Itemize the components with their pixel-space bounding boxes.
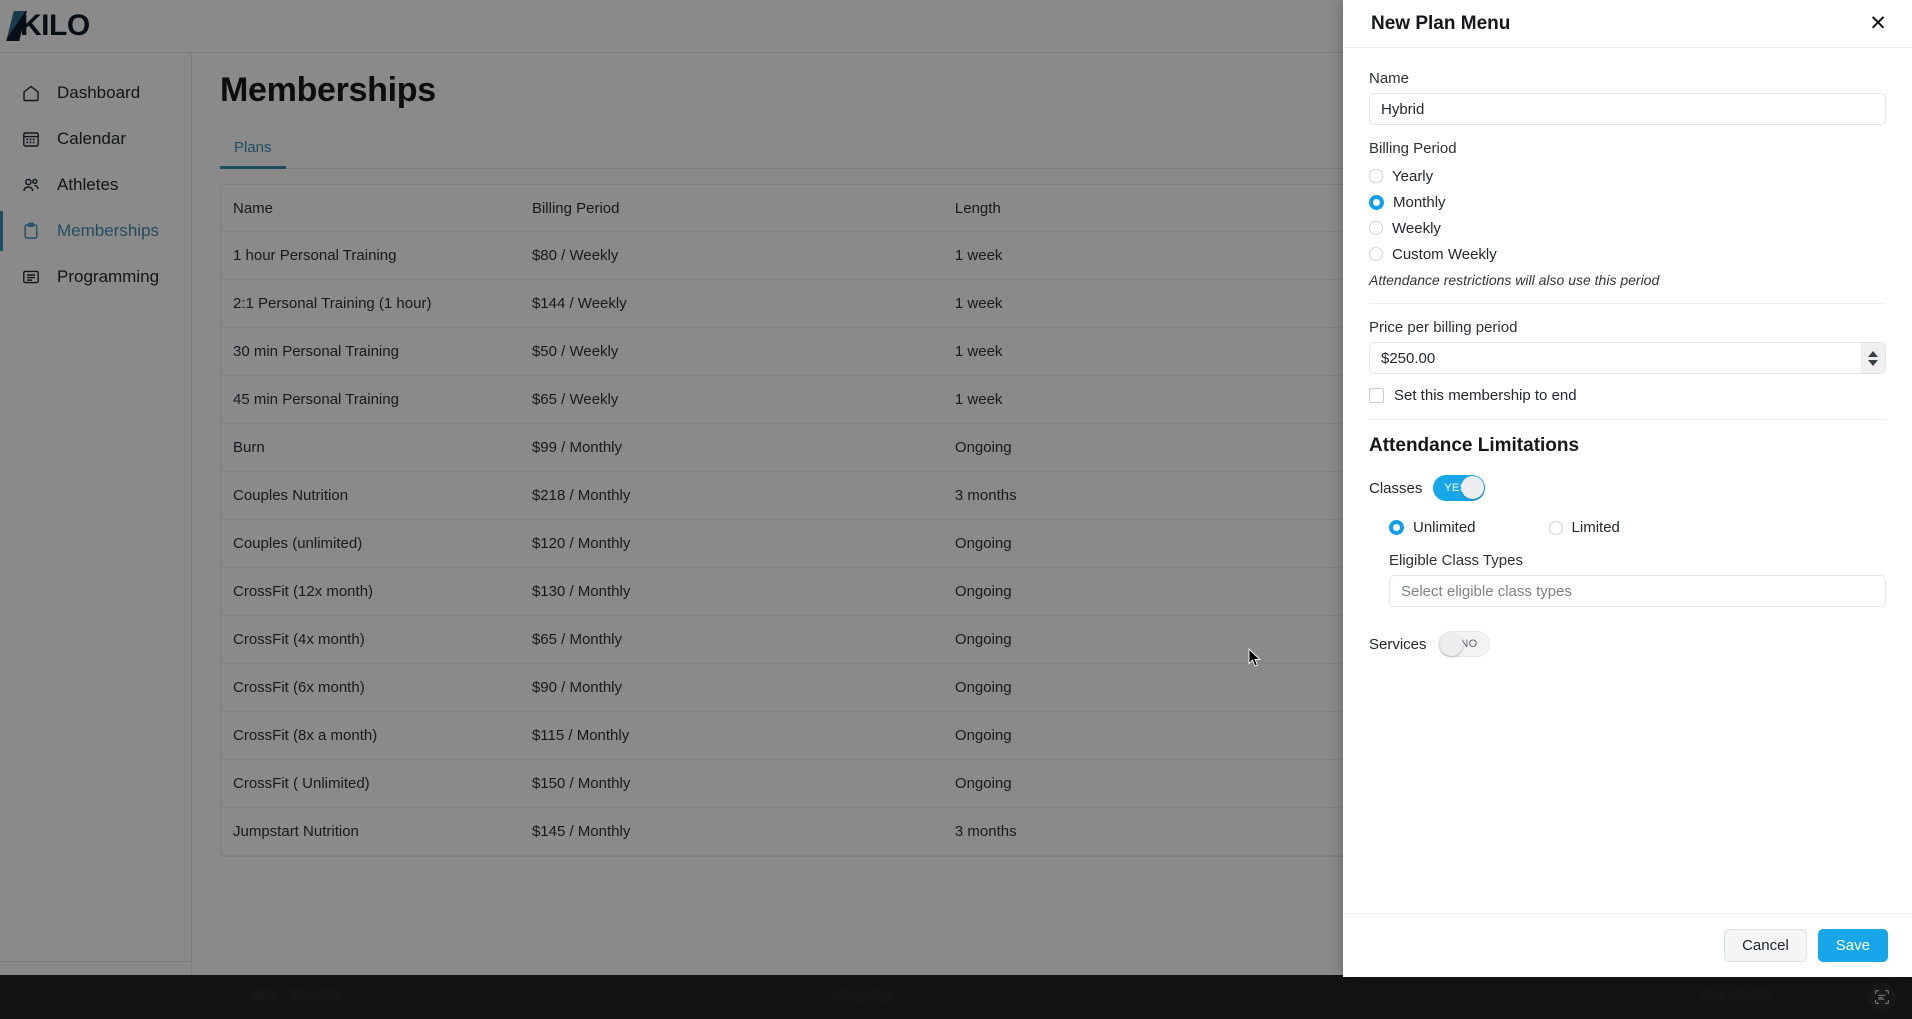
drawer-footer: Cancel Save bbox=[1343, 913, 1912, 977]
screen: KILO Dashboard Calendar Athletes Members… bbox=[0, 0, 1912, 1019]
radio-selected-icon bbox=[1369, 194, 1384, 210]
radio-label: Custom Weekly bbox=[1392, 245, 1497, 263]
classes-options-block: Unlimited Limited Eligible Class Types S… bbox=[1369, 519, 1886, 607]
radio-label: Yearly bbox=[1392, 167, 1434, 185]
drawer-title: New Plan Menu bbox=[1371, 12, 1511, 34]
attendance-limitations-group: Attendance Limitations Classes YES Unlim… bbox=[1369, 435, 1886, 657]
radio-classes-limited[interactable]: Limited bbox=[1548, 519, 1620, 536]
classes-toggle-label: Classes bbox=[1369, 479, 1423, 497]
services-toggle[interactable]: NO bbox=[1437, 631, 1490, 657]
price-input-wrap: $250.00 bbox=[1369, 342, 1886, 374]
radio-icon bbox=[1369, 169, 1383, 183]
radio-icon bbox=[1369, 247, 1383, 261]
caret-up-icon[interactable] bbox=[1868, 350, 1878, 357]
radio-label: Weekly bbox=[1392, 219, 1441, 237]
checkbox-icon[interactable] bbox=[1369, 388, 1384, 403]
price-input[interactable]: $250.00 bbox=[1369, 342, 1886, 374]
price-field-group: Price per billing period $250.00 Set thi… bbox=[1369, 319, 1886, 404]
billing-period-group: Billing Period Yearly Monthly Weekly Cus… bbox=[1369, 140, 1886, 288]
radio-label: Monthly bbox=[1393, 193, 1446, 211]
classes-toggle[interactable]: YES bbox=[1433, 475, 1486, 501]
divider-1 bbox=[1369, 303, 1886, 304]
radio-billing-weekly[interactable]: Weekly bbox=[1369, 215, 1886, 241]
drawer-header: New Plan Menu ✕ bbox=[1343, 0, 1912, 48]
radio-billing-yearly[interactable]: Yearly bbox=[1369, 163, 1886, 189]
attendance-limitations-title: Attendance Limitations bbox=[1369, 435, 1580, 456]
set-membership-end-label: Set this membership to end bbox=[1394, 387, 1577, 404]
radio-billing-monthly[interactable]: Monthly bbox=[1369, 189, 1886, 215]
caret-down-icon[interactable] bbox=[1868, 359, 1878, 366]
save-button[interactable]: Save bbox=[1817, 929, 1888, 962]
services-toggle-row: Services NO bbox=[1369, 631, 1886, 657]
toggle-knob bbox=[1461, 476, 1485, 499]
services-toggle-label: Services bbox=[1369, 635, 1427, 653]
close-icon[interactable]: ✕ bbox=[1866, 12, 1890, 36]
modal-overlay-bottom bbox=[0, 977, 1912, 1019]
classes-toggle-row: Classes YES bbox=[1369, 475, 1886, 501]
cancel-button[interactable]: Cancel bbox=[1724, 929, 1807, 962]
toggle-knob bbox=[1439, 633, 1463, 656]
billing-period-hint: Attendance restrictions will also use th… bbox=[1369, 272, 1660, 288]
name-field-group: Name Hybrid bbox=[1369, 70, 1886, 125]
radio-billing-custom-weekly[interactable]: Custom Weekly bbox=[1369, 241, 1886, 267]
name-input[interactable]: Hybrid bbox=[1369, 93, 1886, 125]
radio-classes-unlimited[interactable]: Unlimited bbox=[1389, 519, 1476, 536]
eligible-class-types-select[interactable]: Select eligible class types bbox=[1389, 575, 1886, 607]
radio-label: Unlimited bbox=[1413, 519, 1476, 536]
radio-icon bbox=[1369, 221, 1383, 235]
radio-selected-icon bbox=[1389, 520, 1404, 535]
eligible-class-types-label: Eligible Class Types bbox=[1389, 552, 1523, 569]
radio-label: Limited bbox=[1571, 519, 1620, 536]
services-toggle-state: NO bbox=[1460, 638, 1478, 650]
radio-icon bbox=[1548, 520, 1563, 535]
classes-limit-options: Unlimited Limited bbox=[1389, 519, 1886, 536]
divider-2 bbox=[1369, 419, 1886, 420]
billing-period-label: Billing Period bbox=[1369, 140, 1457, 157]
eligible-class-types-group: Eligible Class Types Select eligible cla… bbox=[1389, 552, 1886, 607]
modal-overlay[interactable] bbox=[0, 0, 1343, 977]
name-label: Name bbox=[1369, 70, 1410, 87]
drawer-body: Name Hybrid Billing Period Yearly Monthl… bbox=[1343, 48, 1912, 913]
price-label: Price per billing period bbox=[1369, 319, 1518, 336]
mouse-cursor bbox=[1248, 647, 1262, 668]
new-plan-drawer: New Plan Menu ✕ Name Hybrid Billing Peri… bbox=[1343, 0, 1912, 977]
price-stepper[interactable] bbox=[1861, 343, 1885, 373]
set-membership-end-row[interactable]: Set this membership to end bbox=[1369, 387, 1886, 404]
